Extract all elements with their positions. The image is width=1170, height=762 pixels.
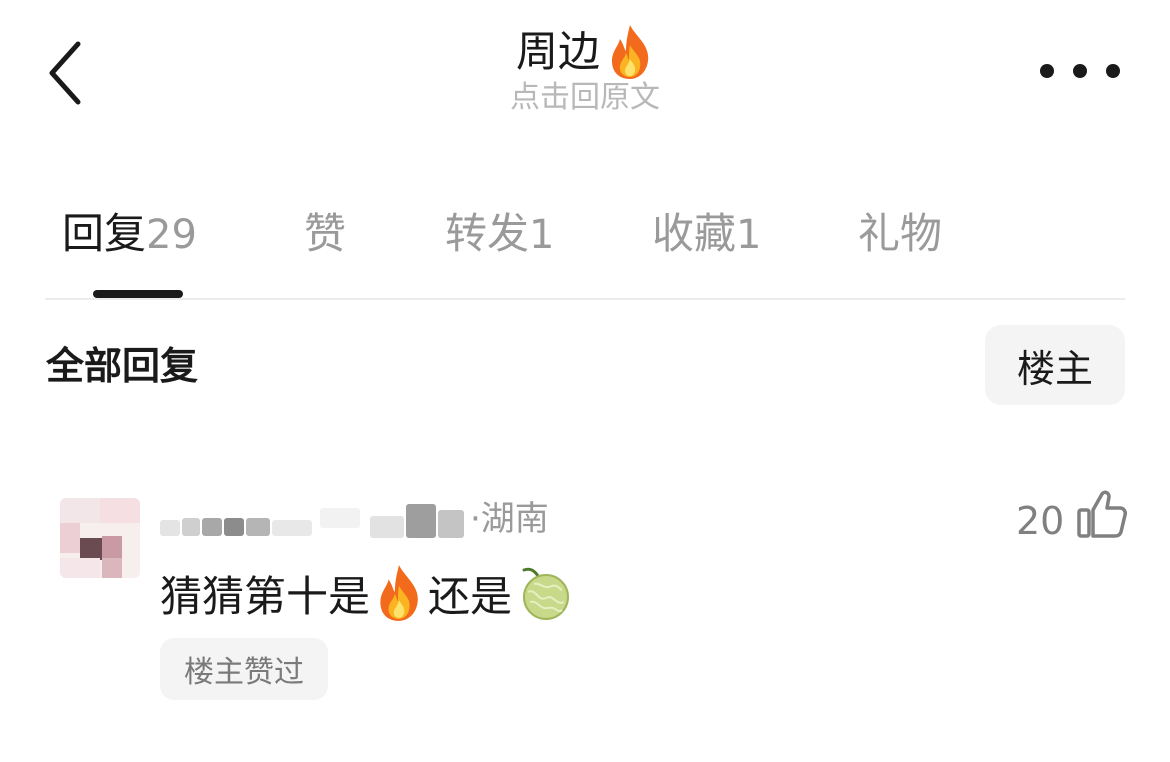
tab-gifts[interactable]: 礼物	[858, 204, 942, 264]
comment-location: ·湖南	[470, 499, 549, 539]
avatar-pixel	[80, 538, 102, 560]
avatar-pixel	[102, 558, 122, 578]
username-blurred[interactable]	[160, 502, 470, 542]
tab-label: 礼物	[858, 209, 943, 258]
fire-emoji-icon	[380, 565, 418, 621]
tab-label: 收藏	[652, 209, 737, 258]
tab-count: 1	[529, 212, 555, 258]
owner-only-filter-button[interactable]: 楼主	[985, 325, 1125, 405]
like-count: 20	[1016, 499, 1065, 543]
more-horizontal-icon-dot	[1073, 64, 1087, 78]
active-tab-indicator	[93, 290, 183, 298]
header-title-row: 周边	[0, 22, 1170, 82]
avatar-pixel	[102, 536, 122, 558]
blur-block	[370, 516, 404, 538]
blur-block	[246, 518, 270, 536]
header-subtitle[interactable]: 点击回原文	[0, 78, 1170, 118]
more-horizontal-icon-dot	[1106, 64, 1120, 78]
tab-label: 赞	[304, 209, 347, 258]
section-title: 全部回复	[46, 344, 199, 388]
tab-replies[interactable]: 回复29	[62, 204, 197, 264]
blur-block	[406, 504, 436, 538]
comment-text-part: 猜猜第十是	[160, 571, 371, 621]
tab-count: 1	[736, 212, 762, 258]
page-title: 周边	[515, 27, 600, 76]
blur-block	[320, 508, 360, 528]
tabs-divider	[45, 298, 1125, 300]
tab-label: 转发	[445, 209, 530, 258]
comment-text: 猜猜第十是 还是	[160, 562, 574, 624]
avatar-pixel	[60, 558, 100, 578]
owner-liked-badge: 楼主赞过	[160, 638, 328, 700]
thumbs-up-icon	[1077, 490, 1127, 538]
more-horizontal-icon-dot	[1040, 64, 1054, 78]
avatar[interactable]	[60, 498, 140, 578]
tab-reposts[interactable]: 转发1	[445, 204, 554, 264]
more-options-button[interactable]	[1040, 58, 1120, 84]
blur-block	[160, 520, 180, 536]
fire-emoji-icon	[612, 25, 649, 79]
blur-block	[224, 518, 244, 536]
melon-emoji-icon	[522, 567, 570, 620]
like-button[interactable]	[1076, 488, 1128, 540]
blur-block	[438, 510, 464, 538]
blur-block	[272, 520, 312, 536]
tab-favorites[interactable]: 收藏1	[652, 204, 761, 264]
tab-likes[interactable]: 赞	[304, 204, 346, 264]
avatar-pixel	[60, 523, 80, 553]
blur-block	[182, 518, 200, 536]
avatar-pixel	[100, 498, 140, 523]
blur-block	[202, 518, 222, 536]
comment-text-part: 还是	[428, 571, 513, 621]
avatar-pixel	[60, 498, 100, 523]
tab-count: 29	[146, 212, 197, 258]
tab-label: 回复	[62, 209, 147, 258]
